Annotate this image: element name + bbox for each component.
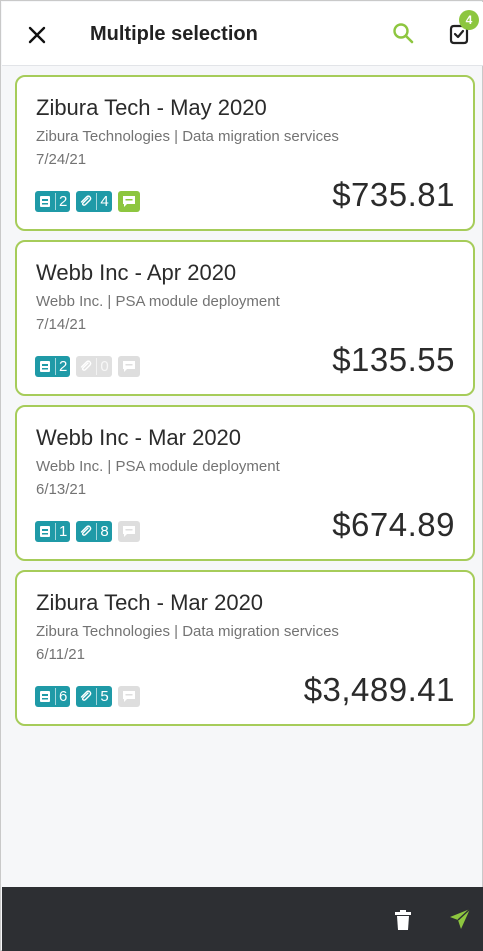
- receipt-icon: [38, 690, 51, 703]
- attachments-badge: 0: [76, 356, 112, 377]
- receipts-badge: 6: [35, 686, 71, 707]
- attachments-count: 4: [96, 193, 109, 210]
- card-badges: 6 5: [35, 686, 140, 707]
- attachments-count: 5: [96, 688, 109, 705]
- card-amount: $135.55: [332, 341, 455, 378]
- comments-badge: [117, 686, 140, 707]
- receipts-badge: 2: [35, 191, 71, 212]
- card-amount: $735.81: [332, 176, 455, 213]
- close-button[interactable]: [22, 20, 52, 50]
- card-date: 7/14/21: [36, 316, 87, 333]
- trash-icon: [395, 910, 411, 930]
- card-date: 6/13/21: [36, 481, 87, 498]
- receipts-count: 1: [55, 523, 67, 540]
- card-subtitle: Zibura Technologies | Data migration ser…: [36, 128, 339, 145]
- expense-card[interactable]: Webb Inc - Mar 2020 Webb Inc. | PSA modu…: [15, 405, 475, 561]
- receipt-icon: [38, 195, 51, 208]
- search-button[interactable]: [388, 18, 418, 48]
- card-date: 6/11/21: [36, 646, 85, 663]
- paperclip-icon: [79, 360, 92, 373]
- receipt-icon: [38, 360, 51, 373]
- attachments-count: 0: [96, 358, 109, 375]
- receipt-icon: [38, 525, 51, 538]
- expense-report-list: Zibura Tech - May 2020 Zibura Technologi…: [15, 75, 475, 735]
- send-icon: [450, 908, 471, 929]
- page-title: Multiple selection: [90, 23, 258, 45]
- card-title: Zibura Tech - Mar 2020: [36, 590, 264, 615]
- attachments-count: 8: [96, 523, 109, 540]
- comment-icon: [122, 361, 135, 372]
- card-badges: 2 4: [35, 191, 140, 212]
- card-title: Webb Inc - Apr 2020: [36, 260, 237, 285]
- receipts-badge: 2: [35, 356, 71, 377]
- close-icon: [28, 26, 46, 44]
- comment-icon: [122, 196, 135, 207]
- receipts-count: 6: [55, 688, 67, 705]
- comment-icon: [122, 691, 135, 702]
- paperclip-icon: [79, 195, 92, 208]
- card-date: 7/24/21: [36, 151, 87, 168]
- cart-count-badge: 4: [459, 10, 479, 30]
- receipts-badge: 1: [35, 521, 71, 542]
- attachments-badge: 4: [76, 191, 112, 212]
- comments-badge: [117, 356, 140, 377]
- paperclip-icon: [79, 690, 92, 703]
- card-subtitle: Webb Inc. | PSA module deployment: [36, 458, 280, 475]
- card-subtitle: Zibura Technologies | Data migration ser…: [36, 623, 339, 640]
- receipts-count: 2: [55, 193, 67, 210]
- expense-card[interactable]: Webb Inc - Apr 2020 Webb Inc. | PSA modu…: [15, 240, 475, 396]
- paperclip-icon: [79, 525, 92, 538]
- comment-icon: [122, 526, 135, 537]
- card-badges: 1 8: [35, 521, 140, 542]
- expense-card[interactable]: Zibura Tech - Mar 2020 Zibura Technologi…: [15, 570, 475, 726]
- attachments-badge: 8: [76, 521, 112, 542]
- comments-badge: [117, 521, 140, 542]
- comments-badge: [117, 191, 140, 212]
- search-icon: [393, 23, 414, 44]
- card-amount: $674.89: [332, 506, 455, 543]
- bottom-action-bar: [2, 887, 483, 951]
- delete-button[interactable]: [392, 908, 414, 932]
- expense-card[interactable]: Zibura Tech - May 2020 Zibura Technologi…: [15, 75, 475, 231]
- card-amount: $3,489.41: [303, 671, 455, 708]
- receipts-count: 2: [55, 358, 67, 375]
- app-frame: Multiple selection 4 Zibura Tech - May 2…: [0, 0, 483, 951]
- card-title: Webb Inc - Mar 2020: [36, 425, 242, 450]
- card-subtitle: Webb Inc. | PSA module deployment: [36, 293, 280, 310]
- top-app-bar: Multiple selection: [2, 2, 483, 66]
- attachments-badge: 5: [76, 686, 112, 707]
- card-title: Zibura Tech - May 2020: [36, 95, 267, 120]
- card-badges: 2 0: [35, 356, 140, 377]
- send-button[interactable]: [448, 907, 472, 931]
